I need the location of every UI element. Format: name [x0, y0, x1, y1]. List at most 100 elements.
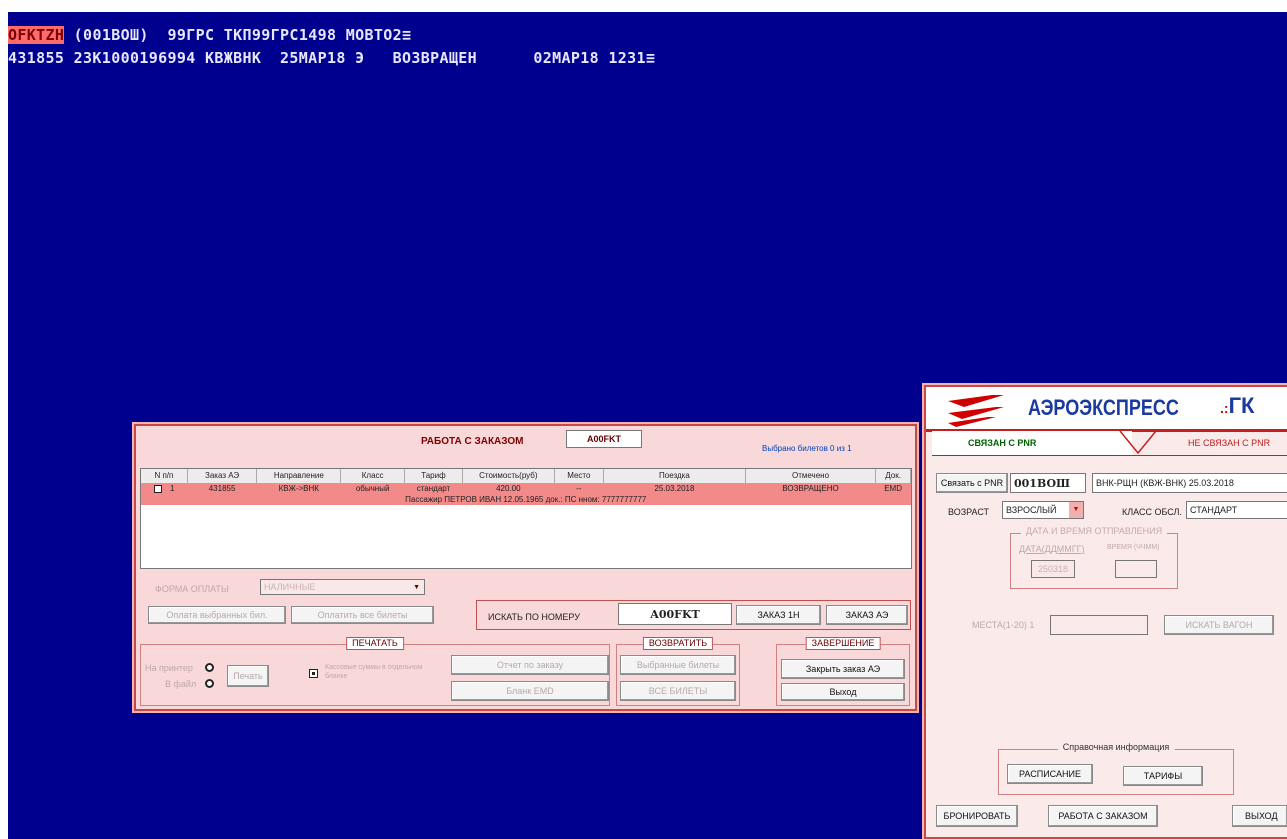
print-file-label: В файл	[165, 679, 197, 689]
table-column-header: Отмечено	[745, 469, 877, 484]
age-label: ВОЗРАСТ	[948, 507, 990, 517]
tickets-table-box: N п/п Заказ АЭ Направление Класс Тариф Стоимо…	[140, 468, 912, 569]
tickets-table: N п/п Заказ АЭ Направление Класс Тариф Стоимо…	[141, 469, 911, 505]
return-group-title: ВОЗВРАТИТЬ	[642, 637, 714, 650]
route-field: ВНК-РЩН (КВЖ-ВНК) 25.03.2018	[1092, 473, 1287, 493]
order-code-field: A00FKT	[566, 430, 642, 448]
terminal-line-1: OFKTZH (001BOШ) 99ГРС ТКП99ГРС1498 MOBTO…	[8, 26, 411, 44]
table-column-header: Заказ АЭ	[187, 469, 258, 484]
table-cell: 431855	[187, 483, 257, 494]
tab-unlinked-pnr[interactable]: НЕ СВЯЗАН С PNR	[1158, 431, 1287, 455]
payment-label: ФОРМА ОПЛАТЫ	[155, 584, 229, 594]
selected-tickets-info: Выбрано билетов 0 из 1	[762, 444, 852, 453]
aeroexpress-header: АЭРОЭКСПРЕСС .:ГК	[926, 387, 1287, 429]
emd-blank-button[interactable]: Бланк EMD	[451, 681, 609, 701]
class-field: СТАНДАРТ	[1186, 501, 1287, 519]
terminal-line-1-text: (001BOШ) 99ГРС ТКП99ГРС1498 MOBTO2≡	[64, 26, 412, 44]
table-cell: 25.03.2018	[603, 483, 746, 494]
table-column-header: Тариф	[404, 469, 463, 484]
separate-blank-checkbox[interactable]	[309, 669, 318, 678]
table-cell: EMD	[875, 483, 911, 494]
order-panel-title: РАБОТА С ЗАКАЗОМ	[421, 436, 524, 447]
passenger-info: Пассажир ПЕТРОВ ИВАН 12.05.1965 док.: ПС…	[141, 494, 911, 505]
table-cell: стандарт	[404, 483, 463, 494]
payment-select[interactable]: НАЛИЧНЫЕ ▼	[260, 579, 425, 595]
pnr-tabs: СВЯЗАН С PNR НЕ СВЯЗАН С PNR	[932, 431, 1287, 455]
return-group: ВОЗВРАТИТЬ Выбранные билеты ВСЕ БИЛЕТЫ	[616, 637, 740, 706]
print-group-title: ПЕЧАТАТЬ	[346, 637, 404, 650]
tab-linked-label: СВЯЗАН С PNR	[968, 438, 1037, 448]
table-cell: обычный	[340, 483, 405, 494]
aero-exit-button[interactable]: ВЫХОД	[1232, 805, 1287, 827]
table-row[interactable]: 1 431855 КВЖ->ВНК обычный стандарт 420.00 -- 25…	[141, 483, 911, 494]
payment-select-value: НАЛИЧНЫЕ	[264, 582, 316, 592]
search-input[interactable]: A00FKT	[618, 603, 732, 625]
order-report-button[interactable]: Отчет по заказу	[451, 655, 609, 675]
return-selected-button[interactable]: Выбранные билеты	[620, 655, 736, 675]
table-cell: --	[554, 483, 604, 494]
close-order-button[interactable]: Закрыть заказ АЭ	[781, 659, 905, 679]
tab-unlinked-label: НЕ СВЯЗАН С PNR	[1188, 438, 1271, 448]
row-checkbox[interactable]	[153, 485, 162, 494]
book-button[interactable]: БРОНИРОВАТЬ	[936, 805, 1018, 827]
seats-input[interactable]	[1050, 615, 1148, 635]
age-select[interactable]: ВЗРОСЛЫЙ ▼	[1002, 501, 1084, 519]
table-column-header: N п/п	[141, 469, 188, 484]
table-column-header: Стоимость(руб)	[462, 469, 555, 484]
search-label: ИСКАТЬ ПО НОМЕРУ	[488, 612, 580, 622]
pnr-field[interactable]: 001BOШ	[1010, 473, 1086, 493]
table-column-header: Поездка	[603, 469, 746, 484]
terminal-line-2: 431855 23K1000196994 KBЖBHK 25MAP18 Э BO…	[8, 49, 656, 67]
aeroexpress-panel: АЭРОЭКСПРЕСС .:ГК СВЯЗАН С PNR НЕ СВЯЗАН…	[924, 385, 1287, 839]
link-pnr-button[interactable]: Связать с PNR	[936, 473, 1008, 493]
pay-all-button[interactable]: Оплатить все билеты	[291, 606, 434, 624]
find-car-button[interactable]: ИСКАТЬ ВАГОН	[1164, 615, 1274, 635]
print-printer-radio[interactable]	[205, 663, 214, 672]
table-column-header: Место	[554, 469, 604, 484]
chevron-down-icon: ▼	[1069, 502, 1083, 518]
return-all-button[interactable]: ВСЕ БИЛЕТЫ	[620, 681, 736, 701]
print-button[interactable]: Печать	[227, 665, 269, 687]
order-panel: РАБОТА С ЗАКАЗОМ A00FKT Выбрано билетов …	[134, 424, 917, 711]
passenger-row: Пассажир ПЕТРОВ ИВАН 12.05.1965 док.: ПС…	[141, 494, 911, 505]
date-sublabel: ДАТА(ДДММГГ)	[1019, 544, 1085, 554]
table-cell: 1	[141, 483, 188, 494]
aeroexpress-brand: АЭРОЭКСПРЕСС	[1028, 395, 1179, 420]
table-column-header: Док.	[875, 469, 911, 484]
class-label: КЛАСС ОБСЛ.	[1122, 507, 1182, 517]
aeroexpress-logo-icon	[948, 395, 1004, 427]
print-group: ПЕЧАТАТЬ На принтер В файл Печать Кассов…	[140, 637, 610, 706]
pay-selected-button[interactable]: Оплата выбранных бил.	[148, 606, 286, 624]
seats-label: МЕСТА(1-20) 1	[972, 620, 1035, 630]
chevron-down-icon: ▼	[413, 583, 420, 591]
print-printer-label: На принтер	[145, 663, 193, 673]
print-file-radio[interactable]	[205, 679, 214, 688]
tariffs-button[interactable]: ТАРИФЫ	[1123, 766, 1203, 786]
order-ae-button[interactable]: ЗАКАЗ АЭ	[826, 605, 908, 625]
table-cell: 420.00	[462, 483, 555, 494]
tab-linked-pnr[interactable]: СВЯЗАН С PNR	[932, 431, 1132, 455]
date-group-title: ДАТА И ВРЕМЯ ОТПРАВЛЕНИЯ	[1020, 526, 1168, 539]
table-cell: КВЖ->ВНК	[256, 483, 341, 494]
date-input[interactable]: 250318	[1031, 560, 1075, 578]
reference-group: Справочная информация РАСПИСАНИЕ ТАРИФЫ	[998, 742, 1234, 795]
exit-button[interactable]: Выход	[781, 683, 905, 701]
work-with-order-button[interactable]: РАБОТА С ЗАКАЗОМ	[1048, 805, 1158, 827]
reference-group-title: Справочная информация	[1057, 742, 1175, 755]
gk-logo-icon: .:ГК	[1220, 393, 1255, 418]
gk-logo-text: ГК	[1228, 393, 1255, 418]
schedule-button[interactable]: РАСПИСАНИЕ	[1007, 764, 1093, 784]
tab-underline	[932, 455, 1287, 456]
date-group: ДАТА И ВРЕМЯ ОТПРАВЛЕНИЯ ДАТА(ДДММГГ) ВР…	[1010, 526, 1178, 589]
order-1h-button[interactable]: ЗАКАЗ 1Н	[736, 605, 821, 625]
finish-group: ЗАВЕРШЕНИЕ Закрыть заказ АЭ Выход	[776, 637, 910, 706]
terminal-highlight: OFKTZH	[8, 26, 65, 44]
age-select-value: ВЗРОСЛЫЙ	[1006, 505, 1057, 515]
finish-group-title: ЗАВЕРШЕНИЕ	[805, 637, 881, 650]
tab-separator-icon	[1119, 431, 1157, 455]
table-column-header: Направление	[256, 469, 342, 484]
separate-blank-label: Кассовые суммы в отдельном бланке	[325, 664, 423, 680]
time-input[interactable]	[1115, 560, 1157, 578]
table-cell: ВОЗВРАЩЕНО	[745, 483, 876, 494]
time-sublabel: ВРЕМЯ (ЧЧММ)	[1107, 544, 1160, 551]
